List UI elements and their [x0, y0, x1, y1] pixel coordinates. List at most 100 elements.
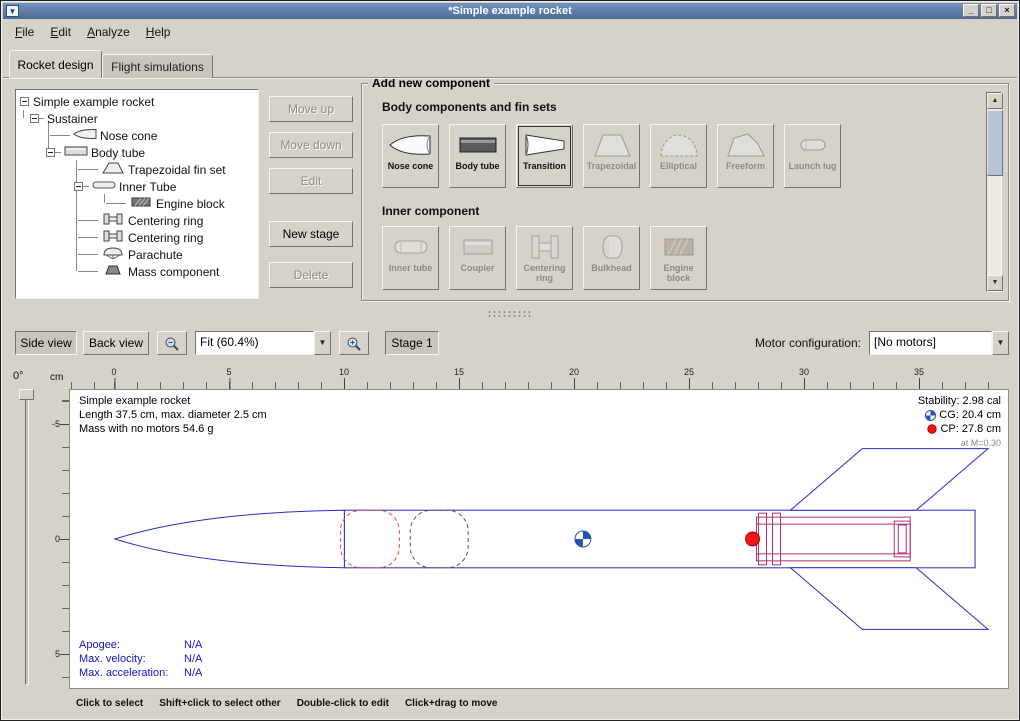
- new-stage-button[interactable]: New stage: [269, 221, 353, 247]
- stability-info: Stability: 2.98 cal CG: 20.4 cm CP: 27.8…: [918, 394, 1001, 450]
- engine-block-icon: [129, 196, 153, 211]
- rotation-slider-thumb[interactable]: [19, 389, 34, 400]
- parachute-icon: [101, 247, 125, 262]
- stage-1-toggle[interactable]: Stage 1: [385, 331, 439, 355]
- chevron-down-icon[interactable]: ▼: [992, 331, 1009, 355]
- move-down-button[interactable]: Move down: [269, 132, 353, 158]
- coupler-icon: [455, 231, 501, 263]
- add-body-tube-button[interactable]: Body tube: [449, 124, 506, 188]
- menu-file[interactable]: File: [7, 22, 42, 42]
- add-engine-block-button[interactable]: Engine block: [650, 226, 707, 290]
- menu-bar: File Edit Analyze Help: [3, 19, 1017, 45]
- app-window: ▼ *Simple example rocket _ □ × File Edit…: [0, 0, 1020, 721]
- rocket-info: Simple example rocket Length 37.5 cm, ma…: [79, 394, 267, 436]
- motor-configuration-select[interactable]: [No motors] ▼: [869, 331, 1009, 355]
- add-transition-button[interactable]: Transition: [516, 124, 573, 188]
- menu-analyze[interactable]: Analyze: [79, 22, 138, 42]
- top-fin[interactable]: [790, 449, 988, 511]
- bottom-fin[interactable]: [790, 568, 988, 630]
- maximize-button[interactable]: □: [981, 4, 997, 17]
- delete-button[interactable]: Delete: [269, 262, 353, 288]
- nose-cone-icon: [73, 128, 97, 143]
- rocket-mass: Mass with no motors 54.6 g: [79, 422, 267, 436]
- minimize-button[interactable]: _: [963, 4, 979, 17]
- add-bulkhead-button[interactable]: Bulkhead: [583, 226, 640, 290]
- cp-marker: [746, 532, 760, 546]
- freeform-fin-icon: [723, 129, 769, 161]
- mass-component-icon: [101, 264, 125, 279]
- cg-value: CG: 20.4 cm: [939, 408, 1001, 422]
- tree-item-centering-ring-2[interactable]: Centering ring: [18, 229, 256, 246]
- collapse-icon[interactable]: [46, 148, 55, 157]
- rocket-length: Length 37.5 cm, max. diameter 2.5 cm: [79, 408, 267, 422]
- stability-value: Stability: 2.98 cal: [918, 394, 1001, 408]
- add-inner-tube-button[interactable]: Inner tube: [382, 226, 439, 290]
- add-elliptical-fin-button[interactable]: Elliptical: [650, 124, 707, 188]
- tab-flight-simulations[interactable]: Flight simulations: [102, 54, 213, 78]
- add-centering-ring-button[interactable]: Centering ring: [516, 226, 573, 290]
- component-scrollbar[interactable]: ▲ ▼: [986, 92, 1002, 292]
- centering-ring-icon: [101, 230, 125, 245]
- motor-configuration-label: Motor configuration:: [755, 336, 861, 350]
- scroll-down-icon[interactable]: ▼: [987, 275, 1003, 291]
- zoom-out-icon: [164, 336, 180, 352]
- back-view-button[interactable]: Back view: [83, 331, 149, 355]
- menu-help[interactable]: Help: [138, 22, 179, 42]
- tree-item-nose-cone[interactable]: Nose cone: [18, 127, 256, 144]
- component-tree[interactable]: Simple example rocket Sustainer Nose con…: [15, 89, 259, 299]
- tree-item-mass-component[interactable]: Mass component: [18, 263, 256, 280]
- collapse-icon[interactable]: [30, 114, 39, 123]
- rotation-value: 0°: [13, 370, 24, 382]
- tab-rocket-design[interactable]: Rocket design: [9, 50, 102, 78]
- window-title: *Simple example rocket: [3, 5, 1017, 17]
- centering-ring-icon: [522, 231, 568, 263]
- zoom-level-select[interactable]: Fit (60.4%) ▼: [195, 331, 331, 355]
- body-tube-icon: [455, 129, 501, 161]
- splitter-handle[interactable]: [487, 310, 533, 319]
- inner-tube-icon: [92, 179, 116, 194]
- add-freeform-fin-button[interactable]: Freeform: [717, 124, 774, 188]
- add-launch-lug-button[interactable]: Launch lug: [784, 124, 841, 188]
- mach-note: at M=0.30: [918, 436, 1001, 450]
- rocket-name: Simple example rocket: [79, 394, 267, 408]
- tree-item-centering-ring-1[interactable]: Centering ring: [18, 212, 256, 229]
- tree-item-rocket[interactable]: Simple example rocket: [18, 93, 256, 110]
- fin-set-icon: [101, 162, 125, 177]
- rocket-canvas[interactable]: Simple example rocket Length 37.5 cm, ma…: [69, 389, 1009, 689]
- scroll-up-icon[interactable]: ▲: [987, 93, 1003, 109]
- add-trapezoidal-fin-button[interactable]: Trapezoidal: [583, 124, 640, 188]
- trapezoidal-fin-icon: [589, 129, 635, 161]
- cp-value: CP: 27.8 cm: [940, 422, 1001, 436]
- tree-item-engine-block[interactable]: Engine block: [18, 195, 256, 212]
- bulkhead-icon: [589, 231, 635, 263]
- centering-ring-icon: [101, 213, 125, 228]
- collapse-icon[interactable]: [74, 182, 83, 191]
- inner-tube-icon: [388, 231, 434, 263]
- side-view-button[interactable]: Side view: [15, 331, 77, 355]
- menu-edit[interactable]: Edit: [42, 22, 79, 42]
- zoom-in-button[interactable]: [339, 331, 369, 355]
- close-button[interactable]: ×: [999, 4, 1015, 17]
- scrollbar-thumb[interactable]: [987, 110, 1003, 176]
- cp-icon: [927, 424, 937, 434]
- ruler-ticks: [69, 382, 1009, 389]
- add-coupler-button[interactable]: Coupler: [449, 226, 506, 290]
- tree-item-trapezoidal-fin-set[interactable]: Trapezoidal fin set: [18, 161, 256, 178]
- collapse-icon[interactable]: [20, 97, 29, 106]
- chevron-down-icon[interactable]: ▼: [314, 331, 331, 355]
- tree-item-sustainer[interactable]: Sustainer: [18, 110, 256, 127]
- body-tube-icon: [64, 145, 88, 160]
- apogee-value: N/A: [184, 638, 202, 652]
- window-menu-icon[interactable]: ▼: [6, 5, 19, 17]
- tree-item-parachute[interactable]: Parachute: [18, 246, 256, 263]
- zoom-out-button[interactable]: [157, 331, 187, 355]
- tree-item-body-tube[interactable]: Body tube: [18, 144, 256, 161]
- move-up-button[interactable]: Move up: [269, 96, 353, 122]
- ruler-unit-label: cm: [50, 372, 63, 383]
- tree-item-inner-tube[interactable]: Inner Tube: [18, 178, 256, 195]
- vertical-ruler: -5 0 5: [47, 389, 69, 689]
- title-bar: ▼ *Simple example rocket _ □ ×: [3, 3, 1017, 19]
- add-nose-cone-button[interactable]: Nose cone: [382, 124, 439, 188]
- edit-button[interactable]: Edit: [269, 168, 353, 194]
- rotation-slider-track[interactable]: [25, 391, 29, 685]
